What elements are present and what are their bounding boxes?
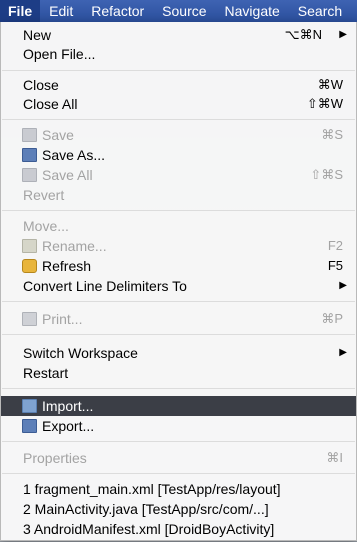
menu-item-import[interactable]: Import... [1,396,356,416]
recent-file-label: 2 MainActivity.java [TestApp/src/com/...… [23,501,269,517]
menu-file[interactable]: File [0,0,41,22]
import-icon [22,399,37,413]
menu-item-label: Move... [23,218,69,234]
menu-item-label: Import... [42,398,94,414]
menu-item-refresh[interactable]: Refresh F5 [1,256,356,276]
menu-item-revert[interactable]: Revert [1,185,356,205]
menu-item-move[interactable]: Move... [1,216,356,236]
menu-item-switch-workspace[interactable]: Switch Workspace ▶ [1,343,356,363]
recent-file-3[interactable]: 3 AndroidManifest.xml [DroidBoyActivity] [1,519,356,539]
menu-item-save-all[interactable]: Save All ⇧⌘S [1,165,356,185]
recent-file-label: 3 AndroidManifest.xml [DroidBoyActivity] [23,521,275,537]
menu-search[interactable]: Search [289,0,351,22]
save-as-icon [22,148,37,162]
refresh-icon [22,259,37,273]
menu-item-label: Switch Workspace [23,345,138,361]
separator [2,441,355,442]
menu-item-new[interactable]: New ⌥⌘N ▶ [1,25,356,45]
shortcut: F2 [327,238,343,253]
separator [2,334,355,335]
menu-item-label: Open File... [23,46,96,62]
menu-item-export[interactable]: Export... [1,416,356,436]
separator [2,388,355,389]
submenu-arrow-icon: ▶ [339,347,347,358]
menu-item-restart[interactable]: Restart [1,363,356,383]
menu-item-open-file[interactable]: Open File... [1,44,356,64]
menu-item-label: Close [23,77,59,93]
menu-source[interactable]: Source [153,0,215,22]
menu-edit[interactable]: Edit [40,0,82,22]
menu-item-close-all[interactable]: Close All ⇧⌘W [1,94,356,114]
separator [2,210,355,211]
menu-item-label: Refresh [42,258,92,274]
menu-item-label: New [23,27,52,43]
menu-item-label: Save [42,127,74,143]
submenu-arrow-icon: ▶ [339,280,347,291]
menu-item-label: Print... [42,311,83,327]
menu-item-convert-line-delimiters[interactable]: Convert Line Delimiters To ▶ [1,276,356,296]
menu-item-save-as[interactable]: Save As... [1,145,356,165]
separator [2,301,355,302]
menu-item-label: Convert Line Delimiters To [23,278,187,294]
save-all-icon [22,168,37,182]
menu-item-print[interactable]: Print... ⌘P [1,309,356,329]
rename-icon [22,239,37,253]
file-menu-dropdown: New ⌥⌘N ▶ Open File... Close ⌘W Close Al… [0,22,357,541]
separator [2,119,355,120]
menu-item-label: Revert [23,187,65,203]
shortcut: ⌘W [317,77,343,92]
menu-refactor[interactable]: Refactor [82,0,153,22]
shortcut: ⇧⌘W [306,96,343,111]
shortcut: ⌥⌘N [284,27,322,42]
separator [2,70,355,71]
menu-item-label: Close All [23,96,78,112]
export-icon [22,419,37,433]
menu-item-save[interactable]: Save ⌘S [1,125,356,145]
submenu-arrow-icon: ▶ [339,29,347,40]
save-icon [22,128,37,142]
shortcut: ⌘I [326,450,343,465]
menu-item-label: Save As... [42,147,106,163]
recent-file-label: 1 fragment_main.xml [TestApp/res/layout] [23,481,281,497]
menu-item-close[interactable]: Close ⌘W [1,75,356,95]
shortcut: ⇧⌘S [310,167,343,182]
menu-item-label: Save All [42,167,93,183]
print-icon [22,312,37,326]
recent-file-2[interactable]: 2 MainActivity.java [TestApp/src/com/...… [1,499,356,519]
menu-item-label: Properties [23,450,87,466]
recent-file-1[interactable]: 1 fragment_main.xml [TestApp/res/layout] [1,479,356,499]
menu-item-label: Rename... [42,238,107,254]
separator [2,473,355,474]
shortcut: ⌘S [321,127,343,142]
shortcut: F5 [327,258,343,273]
menu-bar: File Edit Refactor Source Navigate Searc… [0,0,357,22]
shortcut: ⌘P [321,311,343,326]
menu-navigate[interactable]: Navigate [216,0,289,22]
menu-item-properties[interactable]: Properties ⌘I [1,448,356,468]
menu-item-rename[interactable]: Rename... F2 [1,236,356,256]
menu-item-label: Export... [42,418,95,434]
menu-item-label: Restart [23,365,69,381]
